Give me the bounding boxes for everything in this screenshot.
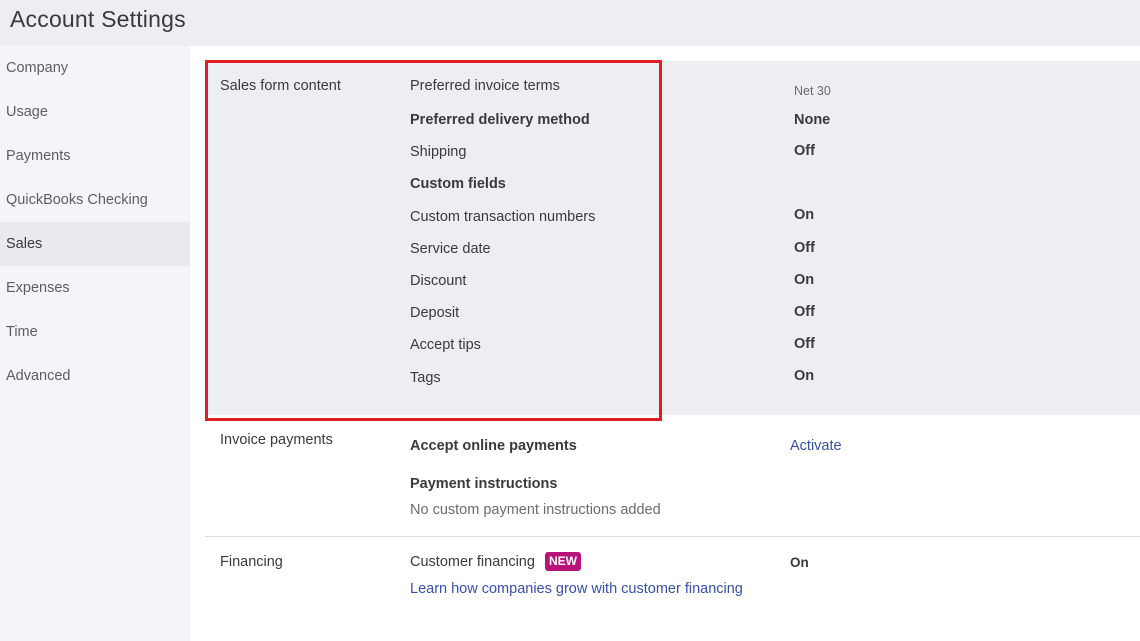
service-date-label: Service date — [410, 241, 491, 257]
sidebar-item-payments[interactable]: Payments — [0, 134, 190, 178]
sidebar-item-company[interactable]: Company — [0, 46, 190, 90]
sidebar-item-quickbooks-checking[interactable]: QuickBooks Checking — [0, 178, 190, 222]
discount-value: On — [794, 272, 815, 288]
tags-label: Tags — [410, 370, 441, 386]
sales-form-content-title: Sales form content — [220, 78, 341, 94]
custom-transaction-numbers-value: On — [794, 207, 815, 223]
tags-value: On — [794, 368, 815, 384]
invoice-payments-title: Invoice payments — [220, 432, 333, 448]
custom-transaction-numbers-label: Custom transaction numbers — [410, 209, 596, 225]
sidebar-item-sales[interactable]: Sales — [0, 222, 190, 266]
customer-financing-label: Customer financing — [410, 554, 535, 570]
settings-panel — [190, 46, 1140, 641]
deposit-value: Off — [794, 304, 815, 320]
sidebar: Company Usage Payments QuickBooks Checki… — [0, 46, 190, 641]
deposit-label: Deposit — [410, 305, 460, 321]
accept-tips-value: Off — [794, 336, 815, 352]
preferred-invoice-terms-value: Net 30 — [794, 84, 831, 98]
customer-financing-value: On — [790, 555, 809, 570]
sidebar-item-time[interactable]: Time — [0, 310, 190, 354]
payment-instructions-value: No custom payment instructions added — [410, 502, 661, 518]
discount-label: Discount — [410, 273, 467, 289]
preferred-delivery-method-value: None — [794, 112, 831, 128]
shipping-value: Off — [794, 143, 815, 159]
preferred-invoice-terms-label: Preferred invoice terms — [410, 78, 560, 94]
shipping-label: Shipping — [410, 144, 467, 160]
payment-instructions-label: Payment instructions — [410, 476, 558, 492]
section-divider — [205, 536, 1140, 537]
sidebar-item-expenses[interactable]: Expenses — [0, 266, 190, 310]
accept-online-payments-label: Accept online payments — [410, 438, 577, 454]
activate-link[interactable]: Activate — [790, 438, 842, 454]
page-header: Account Settings — [0, 0, 1140, 46]
sidebar-item-advanced[interactable]: Advanced — [0, 354, 190, 398]
new-badge: NEW — [545, 552, 581, 571]
sidebar-item-usage[interactable]: Usage — [0, 90, 190, 134]
learn-financing-link[interactable]: Learn how companies grow with customer f… — [410, 581, 743, 597]
service-date-value: Off — [794, 240, 815, 256]
accept-tips-label: Accept tips — [410, 337, 481, 353]
financing-title: Financing — [220, 554, 283, 570]
preferred-delivery-method-label: Preferred delivery method — [410, 112, 590, 128]
sales-form-content-section[interactable] — [205, 61, 1140, 415]
page-title: Account Settings — [10, 6, 186, 32]
custom-fields-label: Custom fields — [410, 176, 506, 192]
